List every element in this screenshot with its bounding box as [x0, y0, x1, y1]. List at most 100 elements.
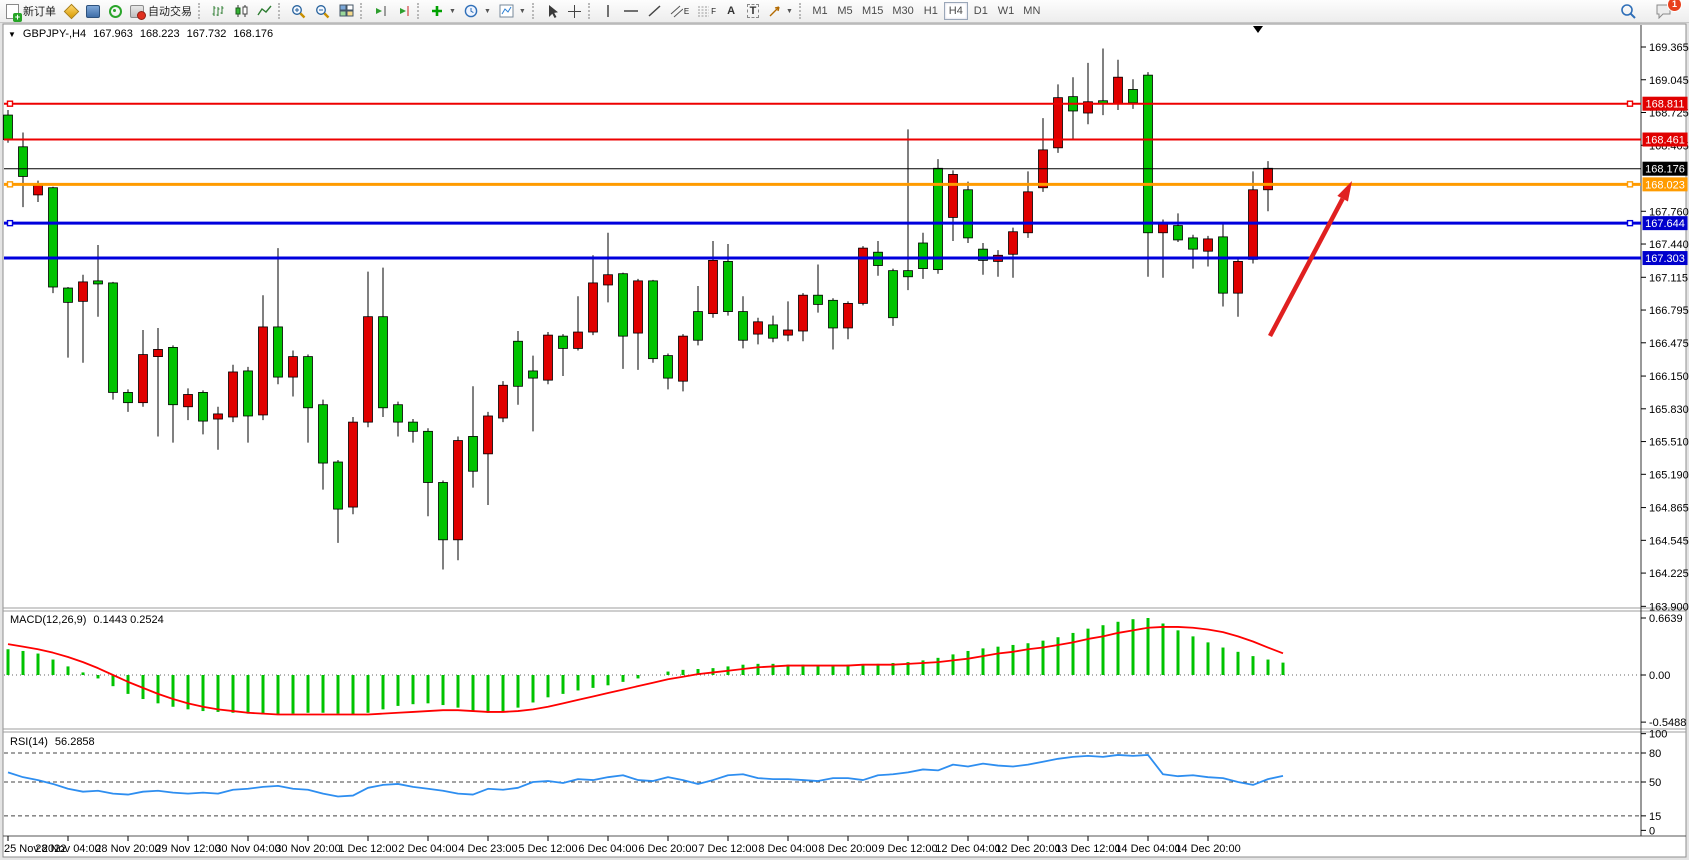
candle-body: [244, 371, 253, 416]
candle-body: [334, 462, 343, 509]
candle-body: [499, 385, 508, 418]
macd-values: 0.1443 0.2524: [93, 614, 163, 626]
candle-body: [94, 281, 103, 284]
rsi-tick-label: 15: [1649, 811, 1661, 823]
price-tick-label: 166.475: [1649, 338, 1689, 350]
price-tick-label: 165.830: [1649, 404, 1689, 416]
candle-body: [274, 327, 283, 377]
line-handle[interactable]: [1628, 101, 1633, 106]
candle-body: [649, 281, 658, 359]
candle-body: [1204, 239, 1213, 251]
date-tick-label: 9 Dec 12:00: [878, 843, 937, 855]
rsi-value: 56.2858: [55, 736, 95, 748]
price-badge-label: 168.461: [1645, 135, 1685, 147]
date-tick-label: 8 Dec 04:00: [758, 843, 817, 855]
candle-body: [1009, 232, 1018, 255]
candle-body: [319, 405, 328, 463]
price-tick-label: 164.545: [1649, 535, 1689, 547]
symbol-info-bar[interactable]: ▼ GBPJPY-,H4 167.963 168.223 167.732 168…: [8, 28, 273, 40]
candle-body: [859, 248, 868, 303]
candle-body: [169, 347, 178, 404]
macd-tick-label: 0.00: [1649, 670, 1670, 682]
candle-body: [484, 416, 493, 454]
candle-body: [724, 261, 733, 311]
line-handle[interactable]: [8, 182, 13, 187]
line-handle[interactable]: [8, 221, 13, 226]
candle-body: [124, 392, 133, 402]
date-tick-label: 6 Dec 04:00: [578, 843, 637, 855]
price-tick-label: 165.510: [1649, 437, 1689, 449]
candle-body: [754, 322, 763, 334]
candle-body: [79, 282, 88, 301]
price-tick-label: 166.150: [1649, 371, 1689, 383]
chart-window: 169.365169.045168.725168.405167.760167.4…: [0, 0, 1689, 860]
candle-body: [364, 317, 373, 422]
candle-body: [439, 482, 448, 539]
candle-body: [349, 422, 358, 507]
date-tick-label: 4 Dec 23:00: [458, 843, 517, 855]
candle-body: [1189, 238, 1198, 249]
date-tick-label: 8 Dec 20:00: [818, 843, 877, 855]
date-tick-label: 5 Dec 12:00: [518, 843, 577, 855]
price-tick-label: 169.365: [1649, 42, 1689, 54]
candle-body: [409, 422, 418, 431]
candle-body: [229, 372, 238, 417]
candle-body: [154, 349, 163, 356]
candle-body: [919, 243, 928, 269]
candle-body: [139, 355, 148, 403]
price-badge-label: 167.644: [1645, 218, 1685, 230]
price-badge-label: 168.811: [1646, 99, 1685, 111]
date-tick-label: 14 Dec 20:00: [1175, 843, 1240, 855]
ohlc-close: 168.176: [233, 28, 273, 40]
price-tick-label: 169.045: [1649, 75, 1689, 87]
date-tick-label: 28 Nov 20:00: [95, 843, 160, 855]
candle-body: [814, 295, 823, 304]
price-tick-label: 167.440: [1649, 239, 1689, 251]
candle-body: [1234, 261, 1243, 293]
line-handle[interactable]: [8, 101, 13, 106]
candle-body: [889, 271, 898, 318]
candle-body: [1219, 237, 1228, 293]
candle-body: [64, 288, 73, 302]
candle-body: [679, 336, 688, 381]
candle-body: [1174, 226, 1183, 240]
rsi-tick-label: 100: [1649, 729, 1667, 741]
date-tick-label: 13 Dec 12:00: [1055, 843, 1120, 855]
date-tick-label: 12 Dec 04:00: [935, 843, 1000, 855]
line-handle[interactable]: [1628, 221, 1633, 226]
candle-body: [589, 283, 598, 332]
candle-body: [544, 335, 553, 380]
symbol-dropdown-icon[interactable]: ▼: [8, 30, 16, 39]
candle-body: [559, 336, 568, 348]
chart-canvas: 169.365169.045168.725168.405167.760167.4…: [0, 0, 1689, 860]
candle-body: [1159, 224, 1168, 233]
candle-body: [904, 271, 913, 277]
price-badge-label: 168.023: [1645, 179, 1685, 191]
date-tick-label: 30 Nov 04:00: [215, 843, 280, 855]
candle-body: [769, 325, 778, 338]
price-tick-label: 167.115: [1649, 272, 1688, 284]
candle-body: [19, 147, 28, 177]
candle-body: [469, 436, 478, 471]
candle-body: [829, 300, 838, 328]
candle-body: [514, 341, 523, 386]
ohlc-open: 167.963: [93, 28, 133, 40]
candle-body: [664, 356, 673, 379]
candle-body: [1144, 75, 1153, 233]
candle-body: [739, 312, 748, 341]
candle-body: [709, 260, 718, 313]
rsi-tick-label: 0: [1649, 825, 1655, 837]
candle-body: [604, 275, 613, 285]
candle-body: [949, 174, 958, 217]
candle-body: [109, 283, 118, 393]
price-tick-label: 165.190: [1649, 469, 1689, 481]
rsi-tick-label: 50: [1649, 777, 1661, 789]
candle-body: [1264, 168, 1273, 189]
macd-tick-label: -0.5488: [1649, 717, 1686, 729]
candle-body: [1024, 192, 1033, 233]
candle-body: [34, 185, 43, 195]
line-handle[interactable]: [1628, 182, 1633, 187]
candle-body: [1129, 89, 1138, 102]
date-tick-label: 14 Dec 04:00: [1115, 843, 1180, 855]
candle-body: [454, 441, 463, 540]
